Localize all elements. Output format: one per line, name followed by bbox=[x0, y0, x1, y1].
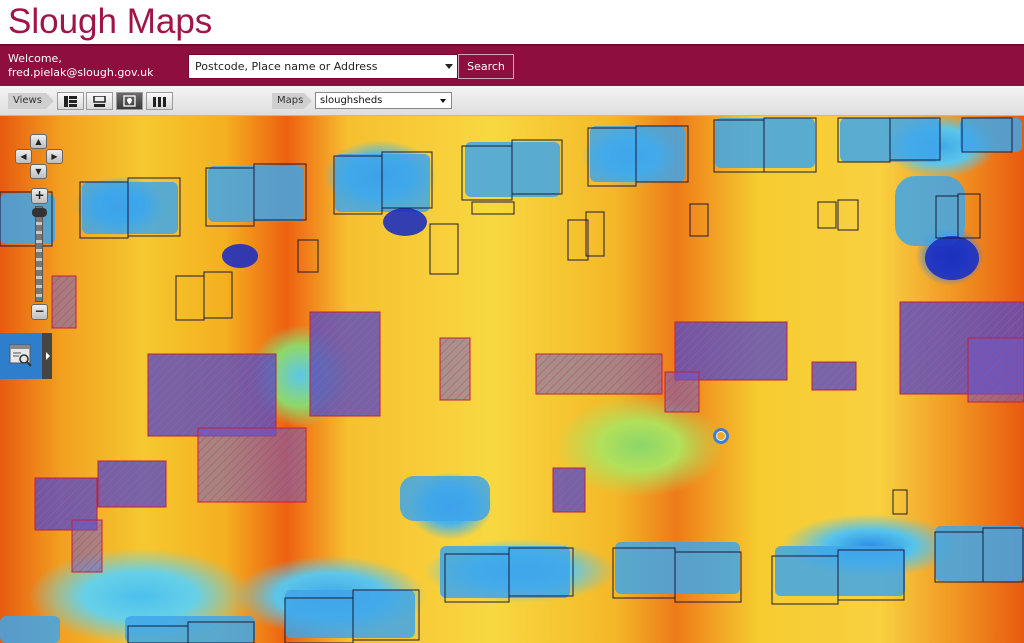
zoom-in-button[interactable]: + bbox=[31, 188, 48, 204]
pan-right-icon[interactable]: ▶ bbox=[46, 149, 63, 164]
pan-control: ▲ ◀ ▶ ▼ bbox=[15, 134, 63, 180]
chevron-down-icon[interactable] bbox=[440, 99, 446, 103]
welcome-text: Welcome, fred.pielak@slough.gov.uk bbox=[8, 52, 154, 80]
cold-spots bbox=[222, 208, 979, 280]
columns-view-button[interactable] bbox=[146, 92, 173, 110]
search-button[interactable]: Search bbox=[458, 54, 514, 79]
search-panel-icon bbox=[9, 344, 32, 367]
chevron-right-icon bbox=[46, 352, 50, 360]
map-view-button[interactable] bbox=[116, 92, 143, 110]
map-canvas[interactable] bbox=[0, 116, 1024, 643]
search-box[interactable] bbox=[188, 54, 458, 79]
header: Slough Maps bbox=[0, 0, 1024, 44]
map-layer-select[interactable]: sloughsheds bbox=[315, 92, 452, 109]
maps-label: Maps bbox=[272, 93, 312, 109]
zoom-slider-track[interactable] bbox=[35, 206, 43, 302]
search-input[interactable] bbox=[189, 55, 439, 78]
split-view-button[interactable] bbox=[86, 92, 113, 110]
pan-down-icon[interactable]: ▼ bbox=[30, 164, 47, 179]
app-title: Slough Maps bbox=[8, 2, 213, 41]
search-dropdown-icon[interactable] bbox=[445, 64, 453, 69]
side-panel-toggle[interactable] bbox=[0, 333, 52, 379]
pan-up-icon[interactable]: ▲ bbox=[30, 134, 47, 149]
map-layer-value: sloughsheds bbox=[320, 95, 383, 106]
welcome-label: Welcome, bbox=[8, 52, 62, 65]
zoom-control: + − bbox=[31, 188, 48, 322]
split-view-icon bbox=[93, 95, 106, 107]
zoom-out-button[interactable]: − bbox=[31, 304, 48, 320]
zoom-slider-handle[interactable] bbox=[32, 208, 47, 217]
list-view-icon bbox=[64, 95, 77, 107]
views-label: Views bbox=[8, 93, 54, 109]
pan-left-icon[interactable]: ◀ bbox=[15, 149, 32, 164]
top-bar: Welcome, fred.pielak@slough.gov.uk Searc… bbox=[0, 44, 1024, 86]
location-marker-icon[interactable] bbox=[713, 428, 729, 444]
columns-view-icon bbox=[153, 96, 166, 107]
user-email: fred.pielak@slough.gov.uk bbox=[8, 66, 154, 79]
map-view-icon bbox=[123, 95, 136, 107]
list-view-button[interactable] bbox=[57, 92, 84, 110]
thermal-map-overlay bbox=[0, 117, 1024, 643]
toolbar: Views Maps sloughsheds bbox=[0, 86, 1024, 116]
